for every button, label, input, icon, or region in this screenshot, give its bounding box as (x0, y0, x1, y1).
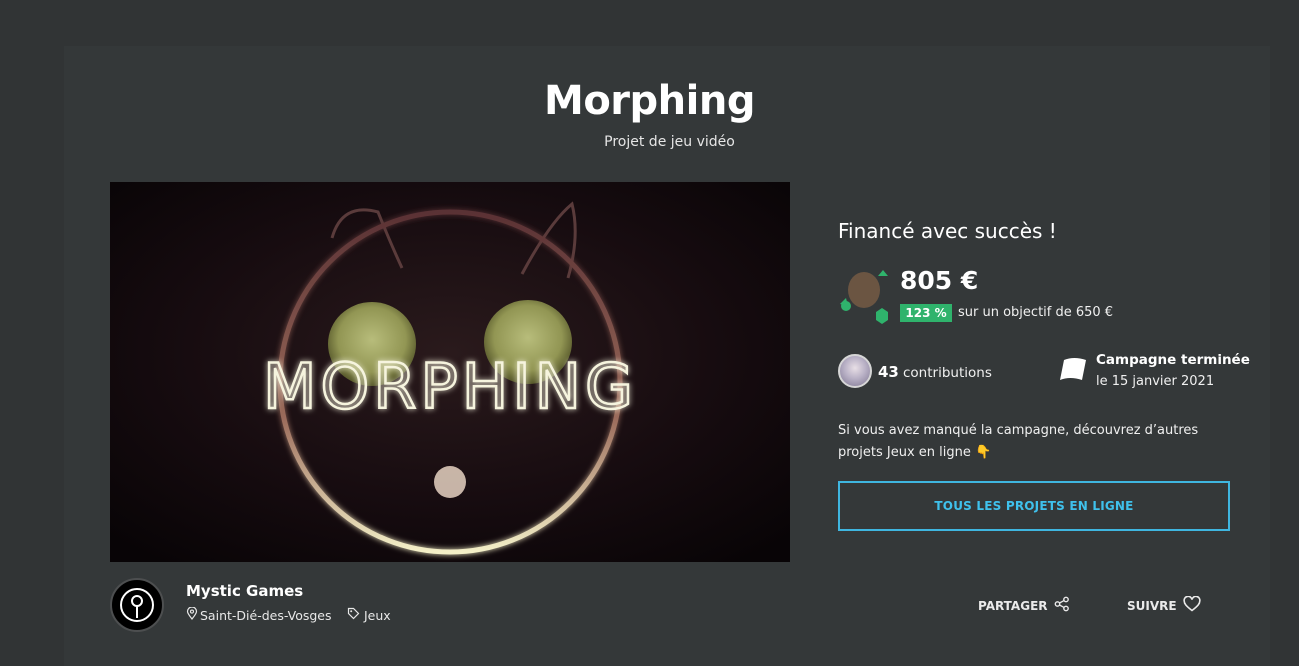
funding-amount: 805 € (900, 266, 979, 295)
heart-icon (1182, 595, 1201, 615)
location-pin-icon (186, 606, 198, 623)
funding-mascot-icon (838, 268, 892, 326)
location-label: Saint-Dié-des-Vosges (200, 607, 332, 623)
creator-name[interactable]: Mystic Games (186, 582, 303, 600)
contributor-avatar (838, 354, 872, 388)
hero-logo-text: MORPHING (263, 350, 637, 423)
missed-campaign-text: Si vous avez manqué la campagne, découvr… (838, 423, 1199, 460)
flag-icon (1058, 356, 1088, 382)
campaign-end-date: le 15 janvier 2021 (1096, 374, 1215, 389)
project-category[interactable]: Jeux (347, 607, 391, 623)
project-hero-image[interactable]: MORPHING (110, 182, 790, 562)
share-icon (1054, 596, 1070, 615)
hero-artwork: MORPHING (110, 182, 790, 562)
all-projects-button[interactable]: TOUS LES PROJETS EN LIGNE (838, 481, 1230, 531)
creator-location: Saint-Dié-des-Vosges (186, 606, 332, 623)
share-label: PARTAGER (978, 598, 1048, 613)
follow-button[interactable]: SUIVRE (1127, 595, 1201, 615)
contributions-count: 43 (878, 363, 899, 381)
contributions-label: contributions (903, 365, 992, 381)
campaign-status: Campagne terminée (1096, 352, 1250, 368)
category-label: Jeux (364, 607, 391, 623)
share-button[interactable]: PARTAGER (978, 596, 1070, 615)
tag-icon (347, 607, 360, 623)
funding-goal-text: sur un objectif de 650 € (958, 305, 1114, 320)
creator-avatar[interactable] (110, 578, 164, 632)
page-subtitle: Projet de jeu vidéo (604, 134, 735, 150)
funding-status-heading: Financé avec succès ! (838, 219, 1057, 243)
funding-percent-badge: 123 % (900, 304, 952, 322)
page-title: Morphing (544, 78, 755, 124)
follow-label: SUIVRE (1127, 598, 1177, 613)
